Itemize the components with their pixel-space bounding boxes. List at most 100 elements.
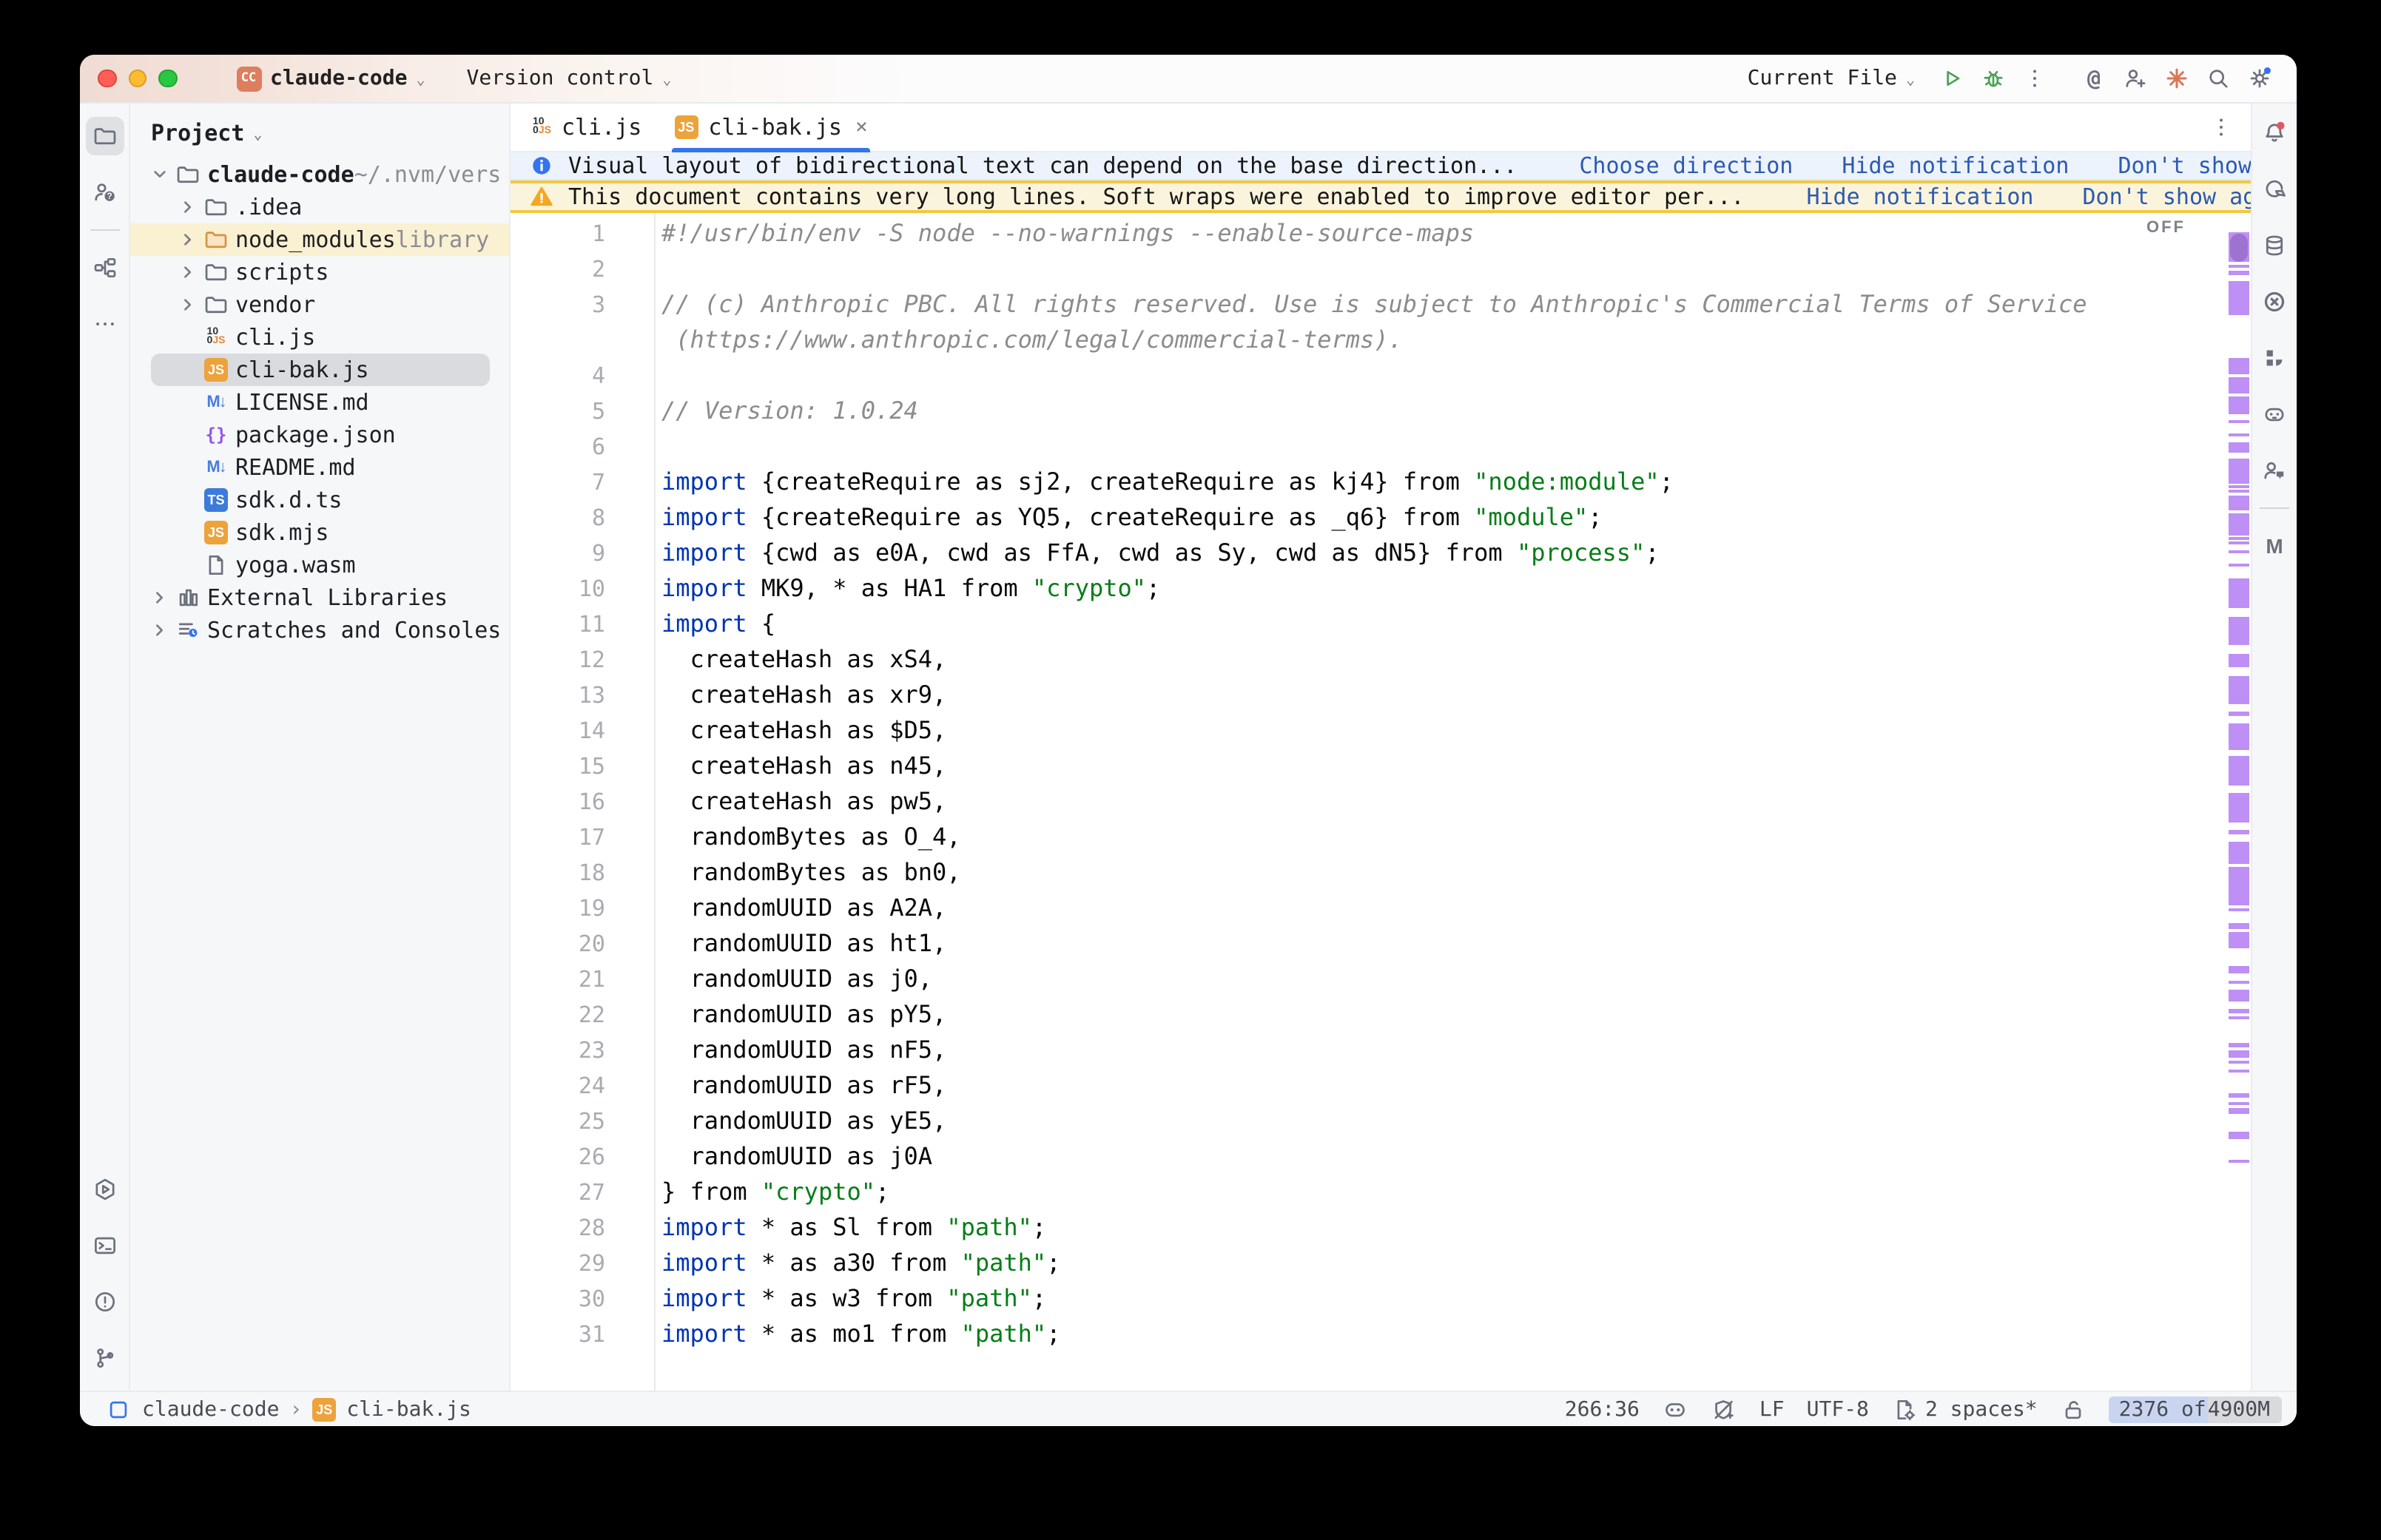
analysis-off-widget[interactable]: OFF [2146, 219, 2186, 237]
copilot-status-icon[interactable] [1662, 1396, 1688, 1422]
x-tool-button[interactable] [2255, 283, 2294, 321]
breadcrumb-project[interactable]: claude-code [142, 1397, 279, 1421]
tree-header[interactable]: Project ⌄ [130, 114, 509, 152]
vcs-change-mark [2229, 485, 2249, 488]
close-tab-icon[interactable]: × [855, 115, 868, 139]
inspections-off-icon[interactable] [1711, 1396, 1737, 1422]
banner-link-don-t-show-again[interactable]: Don't show again [2118, 152, 2251, 179]
run-config-widget[interactable]: Current File ⌄ [1748, 67, 1915, 90]
banner-link-don-t-show-again[interactable]: Don't show again [2083, 183, 2252, 210]
project-tool-button[interactable] [85, 117, 124, 155]
editor[interactable]: 1234567891011121314151617181920212223242… [511, 213, 2251, 1391]
tree-item-sdk-mjs[interactable]: JS sdk.mjs [130, 516, 509, 549]
mention-button[interactable]: @ [2075, 59, 2113, 98]
scrollbar-thumb[interactable] [2230, 234, 2248, 262]
line-number: 18 [511, 855, 654, 891]
problems-tool-button[interactable] [85, 1283, 124, 1321]
code-with-me-button[interactable] [2255, 451, 2294, 490]
more-tools-button[interactable] [85, 305, 124, 343]
ai-assistant-button[interactable] [2255, 170, 2294, 209]
js-file-icon: JS [204, 358, 228, 382]
tab-cli-js[interactable]: 100JScli.js [516, 104, 658, 151]
dependencies-icon [2261, 345, 2288, 371]
tree-item-label: sdk.d.ts [235, 487, 343, 513]
banner-text: This document contains very long lines. … [568, 183, 1744, 210]
line-number: 1 [511, 216, 654, 251]
chevron-right-icon [175, 194, 201, 220]
folder-tool-icon [91, 123, 118, 149]
search-button[interactable] [2199, 59, 2237, 98]
breadcrumb[interactable]: claude-code › JS cli-bak.js [105, 1396, 471, 1422]
banner-link-hide-notification[interactable]: Hide notification [1842, 152, 2069, 179]
settings-button[interactable] [2240, 59, 2279, 98]
breadcrumb-separator: › [289, 1397, 302, 1421]
claude-icon [2163, 65, 2190, 92]
editor-scrollbar[interactable] [2229, 213, 2249, 1391]
run-config-label: Current File [1748, 67, 1897, 90]
structure-tool-button[interactable] [85, 249, 124, 287]
line-separator-widget[interactable]: LF [1759, 1397, 1785, 1421]
tree-item-vendor[interactable]: vendor [130, 288, 509, 321]
pull-requests-tool-button[interactable]: ? [85, 173, 124, 212]
caret-position-widget[interactable]: 266:36 [1565, 1397, 1640, 1421]
project-widget[interactable]: CC claude-code ⌄ [236, 66, 425, 91]
banner-link-choose-direction[interactable]: Choose direction [1579, 152, 1793, 179]
vcs-change-mark [2229, 433, 2249, 436]
line-number: 22 [511, 997, 654, 1033]
zoom-window-button[interactable] [158, 70, 177, 88]
services-tool-button[interactable] [85, 1170, 124, 1209]
scratch-file-icon [175, 617, 201, 644]
tab-options-button[interactable] [2203, 109, 2239, 145]
tree-item-readme-md[interactable]: M↓ README.md [130, 451, 509, 484]
encoding-widget[interactable]: UTF-8 [1807, 1397, 1869, 1421]
code-area[interactable]: #!/usr/bin/env -S node --no-warnings --e… [656, 213, 2251, 1391]
copilot-tool-button[interactable] [2255, 395, 2294, 433]
tree-item-cli-bak-js[interactable]: JS cli-bak.js [151, 354, 490, 386]
tree-item-cli-js[interactable]: 100JS cli.js [130, 321, 509, 354]
vcs-change-mark [2229, 377, 2249, 394]
right-tool-stripe: M [2251, 104, 2297, 1391]
claude-button[interactable] [2158, 59, 2196, 98]
tree-item-license-md[interactable]: M↓ LICENSE.md [130, 386, 509, 419]
tree-item-sdk-d-ts[interactable]: TS sdk.d.ts [130, 484, 509, 516]
vcs-change-mark [2229, 981, 2249, 984]
terminal-tool-button[interactable] [85, 1226, 124, 1265]
project-tool-window: Project ⌄ claude-code ~/.nvm/vers .idea … [130, 104, 511, 1391]
tree-item-yoga-wasm[interactable]: yoga.wasm [130, 549, 509, 581]
minimize-window-button[interactable] [128, 70, 147, 88]
vcs-change-mark [2229, 723, 2249, 750]
debug-button[interactable] [1974, 59, 2013, 98]
more-vertical-button[interactable] [2015, 59, 2054, 98]
code-line: // (c) Anthropic PBC. All rights reserve… [661, 287, 2251, 322]
file-writable-icon[interactable] [2060, 1396, 2087, 1422]
vcs-change-mark [2229, 712, 2249, 716]
folder-lib-file-icon [203, 226, 229, 253]
tree-item-claude-code[interactable]: claude-code ~/.nvm/vers [130, 158, 509, 191]
line-number: 24 [511, 1068, 654, 1104]
code-line: createHash as xS4, [661, 642, 2251, 678]
tree-item-package-json[interactable]: {} package.json [130, 419, 509, 451]
close-window-button[interactable] [98, 70, 116, 88]
tree-item-node-modules[interactable]: node_modules library [130, 223, 509, 256]
memory-indicator[interactable]: 2376 of 4900M [2109, 1396, 2282, 1422]
tree-item-external-libraries[interactable]: External Libraries [130, 581, 509, 614]
markdown-tool-button[interactable]: M [2255, 527, 2294, 565]
vcs-widget[interactable]: Version control ⌄ [467, 67, 672, 90]
tree-item-scratches-and-consoles[interactable]: Scratches and Consoles [130, 614, 509, 646]
add-user-button[interactable] [2116, 59, 2155, 98]
database-tool-button[interactable] [2255, 226, 2294, 265]
notifications-button[interactable] [2255, 114, 2294, 152]
tree-item-label: LICENSE.md [235, 389, 369, 416]
version-control-tool-button[interactable] [85, 1339, 124, 1377]
tab-cli-bak-js[interactable]: JScli-bak.js × [658, 104, 884, 151]
vcs-change-mark [2229, 265, 2249, 268]
dependencies-tool-button[interactable] [2255, 339, 2294, 377]
tree-item--idea[interactable]: .idea [130, 191, 509, 223]
vcs-change-mark [2229, 676, 2249, 704]
tree-item-scripts[interactable]: scripts [130, 256, 509, 288]
project-badge-icon: CC [236, 66, 261, 91]
run-button[interactable] [1933, 59, 1971, 98]
indent-widget[interactable]: 2 spaces* [1891, 1396, 2038, 1422]
banner-link-hide-notification[interactable]: Hide notification [1806, 183, 2033, 210]
breadcrumb-file[interactable]: cli-bak.js [346, 1397, 471, 1421]
